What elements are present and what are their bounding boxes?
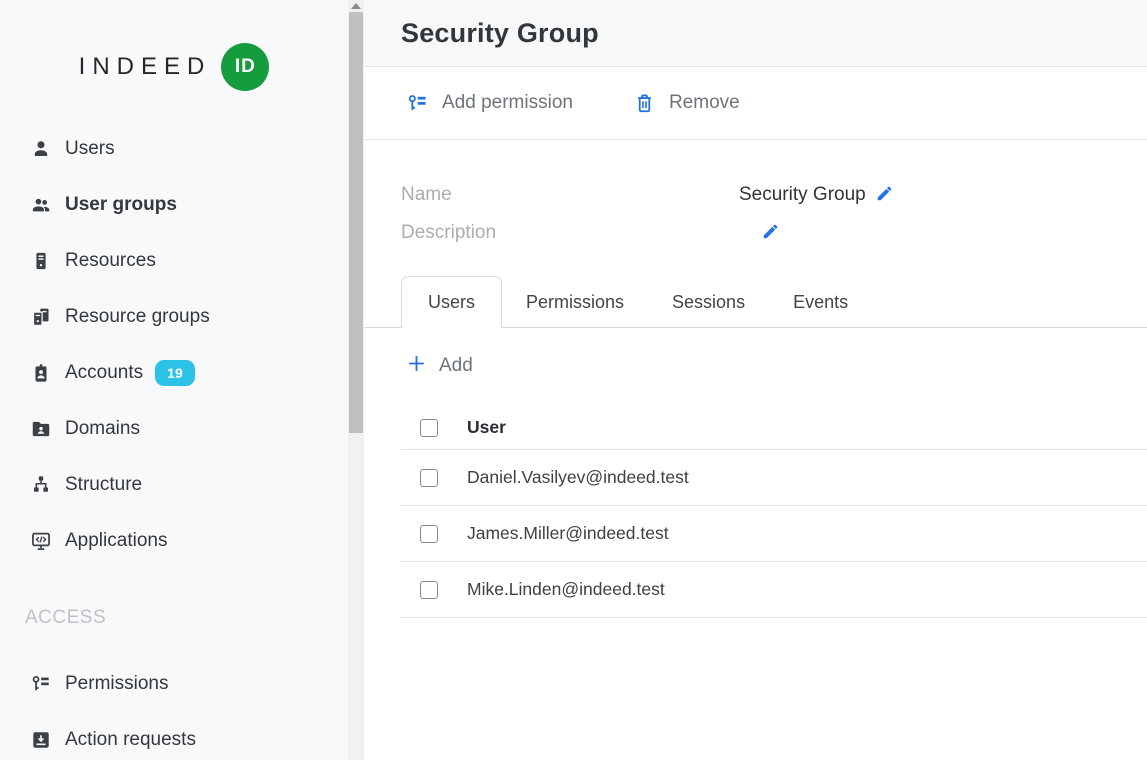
sidebar-item-resources[interactable]: Resources bbox=[0, 233, 348, 289]
table-row[interactable]: Daniel.Vasilyev@indeed.test bbox=[401, 450, 1147, 506]
tab-sessions[interactable]: Sessions bbox=[648, 276, 769, 328]
page-title: Security Group bbox=[401, 18, 599, 49]
sidebar-item-users[interactable]: Users bbox=[0, 121, 348, 177]
sidebar-item-label: Structure bbox=[65, 474, 142, 496]
sidebar-item-label: User groups bbox=[65, 194, 177, 216]
table-header-row: User bbox=[401, 406, 1147, 450]
pencil-icon bbox=[761, 222, 780, 244]
sidebar-item-label: Accounts bbox=[65, 362, 143, 384]
server-icon bbox=[30, 250, 52, 272]
key-list-icon bbox=[406, 92, 429, 115]
group-details: Name Security Group Description bbox=[364, 140, 1147, 252]
row-checkbox[interactable] bbox=[420, 469, 438, 487]
sidebar-item-label: Applications bbox=[65, 530, 167, 552]
add-user-label: Add bbox=[439, 355, 473, 377]
description-label: Description bbox=[401, 222, 739, 244]
edit-name-button[interactable] bbox=[875, 184, 894, 206]
sidebar-item-accounts[interactable]: Accounts 19 bbox=[0, 345, 348, 401]
sidebar-item-resource-groups[interactable]: Resource groups bbox=[0, 289, 348, 345]
tab-events[interactable]: Events bbox=[769, 276, 872, 328]
sidebar-item-domains[interactable]: Domains bbox=[0, 401, 348, 457]
tab-bar: Users Permissions Sessions Events bbox=[364, 276, 1147, 328]
toolbar: Add permission Remove bbox=[364, 67, 1147, 140]
row-checkbox-cell bbox=[401, 581, 467, 599]
sidebar-item-structure[interactable]: Structure bbox=[0, 457, 348, 513]
page-header: Security Group bbox=[364, 0, 1147, 67]
scrollbar-up-arrow-icon[interactable] bbox=[351, 3, 361, 9]
tab-users[interactable]: Users bbox=[401, 276, 502, 328]
sidebar-item-label: Permissions bbox=[65, 673, 168, 695]
add-permission-button[interactable]: Add permission bbox=[406, 92, 573, 115]
edit-description-button[interactable] bbox=[761, 222, 780, 244]
row-checkbox[interactable] bbox=[420, 581, 438, 599]
key-list-icon bbox=[30, 673, 52, 695]
add-permission-label: Add permission bbox=[442, 92, 573, 114]
org-tree-icon bbox=[30, 474, 52, 496]
sidebar-item-label: Resources bbox=[65, 250, 156, 272]
table-row[interactable]: James.Miller@indeed.test bbox=[401, 506, 1147, 562]
main-panel: Security Group Add permission Remove Nam… bbox=[364, 0, 1147, 760]
brand-wordmark: INDEED bbox=[79, 53, 212, 81]
user-email: James.Miller@indeed.test bbox=[467, 523, 669, 544]
sidebar: INDEED ID Users User groups Resourc bbox=[0, 0, 348, 760]
add-user-button[interactable]: Add bbox=[401, 348, 473, 384]
app-window: INDEED ID Users User groups Resourc bbox=[0, 0, 1147, 760]
sidebar-item-label: Domains bbox=[65, 418, 140, 440]
sidebar-item-permissions[interactable]: Permissions bbox=[0, 656, 348, 712]
sidebar-item-label: Users bbox=[65, 138, 115, 160]
brand-logo: INDEED ID bbox=[0, 0, 348, 105]
users-table: User Daniel.Vasilyev@indeed.test James.M… bbox=[401, 406, 1147, 618]
table-row[interactable]: Mike.Linden@indeed.test bbox=[401, 562, 1147, 618]
name-row: Name Security Group bbox=[401, 176, 1147, 214]
description-value bbox=[739, 222, 780, 244]
sidebar-item-action-requests[interactable]: Action requests bbox=[0, 712, 348, 760]
inbox-down-icon bbox=[30, 729, 52, 751]
tab-permissions[interactable]: Permissions bbox=[502, 276, 648, 328]
user-email: Mike.Linden@indeed.test bbox=[467, 579, 665, 600]
user-group-icon bbox=[30, 194, 52, 216]
brand-id-circle: ID bbox=[221, 43, 269, 91]
sidebar-scrollbar[interactable] bbox=[348, 0, 364, 760]
folder-user-icon bbox=[30, 418, 52, 440]
row-checkbox[interactable] bbox=[420, 525, 438, 543]
pencil-icon bbox=[875, 184, 894, 206]
remove-button[interactable]: Remove bbox=[633, 92, 740, 115]
name-label: Name bbox=[401, 184, 739, 206]
users-tab-panel: Add User Daniel.Vasilyev@indeed.test bbox=[364, 328, 1147, 618]
description-row: Description bbox=[401, 214, 1147, 252]
sidebar-nav: Users User groups Resources Resource gro… bbox=[0, 105, 348, 569]
access-section-label: ACCESS bbox=[0, 607, 348, 631]
server-group-icon bbox=[30, 306, 52, 328]
sidebar-item-user-groups[interactable]: User groups bbox=[0, 177, 348, 233]
plus-icon bbox=[406, 353, 427, 380]
row-checkbox-cell bbox=[401, 525, 467, 543]
select-all-checkbox[interactable] bbox=[420, 419, 438, 437]
sidebar-item-label: Resource groups bbox=[65, 306, 210, 328]
name-value-text: Security Group bbox=[739, 184, 866, 206]
scrollbar-thumb[interactable] bbox=[349, 12, 363, 433]
header-checkbox-cell bbox=[401, 419, 467, 437]
user-icon bbox=[30, 138, 52, 160]
sidebar-item-label: Action requests bbox=[65, 729, 196, 751]
sidebar-item-applications[interactable]: Applications bbox=[0, 513, 348, 569]
remove-label: Remove bbox=[669, 92, 740, 114]
row-checkbox-cell bbox=[401, 469, 467, 487]
app-monitor-icon bbox=[30, 530, 52, 552]
sidebar-access-nav: Permissions Action requests bbox=[0, 631, 348, 760]
name-value: Security Group bbox=[739, 184, 894, 206]
accounts-count-badge: 19 bbox=[155, 360, 195, 386]
id-badge-icon bbox=[30, 362, 52, 384]
user-email: Daniel.Vasilyev@indeed.test bbox=[467, 467, 689, 488]
trash-icon bbox=[633, 92, 656, 115]
user-column-header: User bbox=[467, 417, 506, 438]
